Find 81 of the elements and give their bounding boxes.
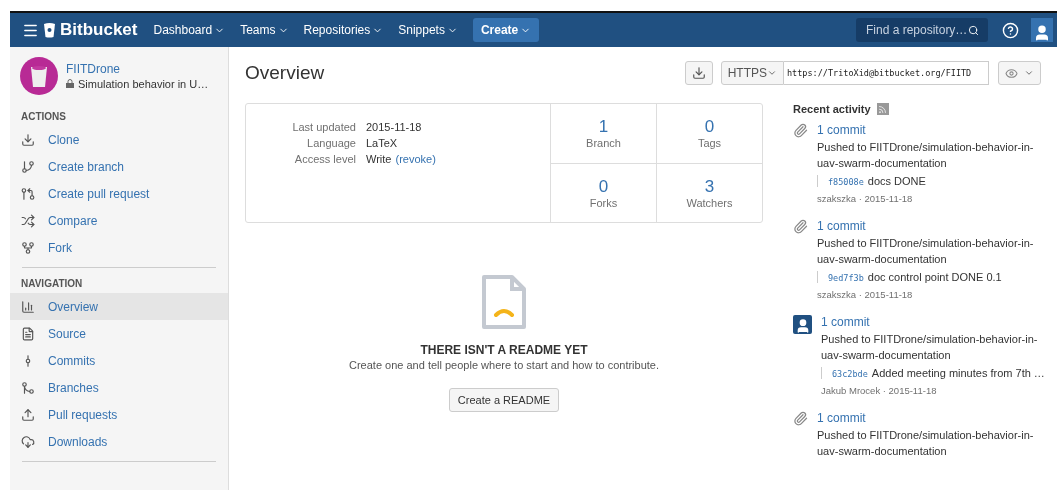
repo-name: Simulation behavior in U… xyxy=(66,78,209,90)
activity-meta: Jakub Mrocek · 2015-11-18 xyxy=(821,385,938,396)
sidebar-item[interactable]: Clone xyxy=(10,126,228,153)
info-label: Access level xyxy=(293,153,356,165)
sidebar-item[interactable]: Fork xyxy=(10,234,228,261)
rss-icon[interactable] xyxy=(876,103,889,115)
sidebar-item[interactable]: Commits xyxy=(10,347,228,374)
upload-icon xyxy=(21,407,35,422)
section-title: ACTIONS xyxy=(20,110,67,124)
readme-title: THERE ISN'T A README YET xyxy=(420,343,588,357)
avatar-icon xyxy=(793,315,812,334)
sidebar-item[interactable]: Pull requests xyxy=(10,401,228,428)
activity-text: Pushed to FIITDrone/simulation-behavior-in-uav-swarm-documentation xyxy=(821,332,1039,363)
search-icon xyxy=(968,24,979,36)
info-value: Write xyxy=(366,153,392,165)
caret-icon xyxy=(767,68,777,78)
lock-icon xyxy=(66,79,74,88)
help-icon[interactable] xyxy=(1002,21,1019,39)
document-icon xyxy=(21,326,35,341)
commit-hash[interactable]: 63c2bde xyxy=(832,369,868,379)
nav-menu[interactable]: Dashboard xyxy=(153,23,226,37)
sad-document-icon xyxy=(480,273,528,331)
activity-link[interactable]: 1 commit xyxy=(817,123,1041,137)
clone-url-field[interactable]: https://TritoXid@bitbucket.org/FIITD xyxy=(784,61,989,85)
info-label: Last updated xyxy=(291,121,356,133)
cloud-download-icon xyxy=(21,434,35,449)
create-button[interactable]: Create xyxy=(472,18,540,42)
activity-link[interactable]: 1 commit xyxy=(817,411,1041,425)
readme-text: Create one and tell people where to start and how to contribute. xyxy=(349,359,659,371)
fork-icon xyxy=(21,240,35,255)
repo-avatar-icon xyxy=(20,57,58,95)
shuffle-icon xyxy=(21,213,35,228)
stat-tile[interactable]: 3 Watchers xyxy=(656,162,762,222)
user-avatar-icon[interactable] xyxy=(1031,18,1053,42)
sidebar-item[interactable]: Branches xyxy=(10,374,228,401)
download-button[interactable] xyxy=(684,61,713,85)
activity-text: Pushed to FIITDrone/simulation-behavior-in-uav-swarm-documentation xyxy=(817,428,1035,459)
sidebar-item[interactable]: Create pull request xyxy=(10,180,228,207)
eye-icon xyxy=(1005,66,1018,80)
search-field[interactable]: Find a repository… xyxy=(856,18,988,42)
commit-hash[interactable]: 9ed7f3b xyxy=(828,273,864,283)
pull-request-icon xyxy=(21,186,35,201)
sidebar-item[interactable]: Create branch xyxy=(10,153,228,180)
activity-link[interactable]: 1 commit xyxy=(817,219,1041,233)
commit-hash[interactable]: f85008e xyxy=(828,177,864,187)
create-readme-button[interactable]: Create a README xyxy=(448,388,560,412)
download-icon xyxy=(691,66,706,80)
commit-message: Added meeting minutes from 7th … xyxy=(871,367,1045,379)
info-value: LaTeX xyxy=(366,137,399,149)
sidebar-item[interactable]: Source xyxy=(10,320,228,347)
caret-icon xyxy=(1024,68,1034,78)
activity-meta: szakszka · 2015-11-18 xyxy=(817,289,914,300)
download-icon xyxy=(21,132,35,147)
page-title: Overview xyxy=(245,62,325,84)
commit-message: doc control point DONE 0.1 xyxy=(867,271,1002,283)
activity-meta: szakszka · 2015-11-18 xyxy=(817,193,914,204)
commit-message: docs DONE xyxy=(867,175,926,187)
info-value: 2015-11-18 xyxy=(366,121,423,133)
paperclip-icon xyxy=(793,411,808,426)
protocol-dropdown[interactable]: HTTPS xyxy=(720,61,784,85)
nav-menu[interactable]: Teams xyxy=(240,23,289,37)
activity-title: Recent activity xyxy=(793,103,871,115)
sidebar-item[interactable]: Compare xyxy=(10,207,228,234)
branch-icon xyxy=(21,159,35,174)
merge-icon xyxy=(21,380,35,395)
info-label: Language xyxy=(306,137,356,149)
sidebar-item[interactable]: Downloads xyxy=(10,428,228,455)
paperclip-icon xyxy=(793,219,808,234)
paperclip-icon xyxy=(793,123,808,138)
stat-tile[interactable]: 0 Forks xyxy=(550,162,656,222)
stat-tile[interactable]: 0 Tags xyxy=(656,104,762,163)
sidebar-item[interactable]: Overview xyxy=(10,293,228,320)
brand-logo[interactable]: Bitbucket xyxy=(43,20,138,40)
activity-link[interactable]: 1 commit xyxy=(821,315,1041,329)
nav-menu[interactable]: Snippets xyxy=(398,23,458,37)
revoke-link[interactable]: (revoke) xyxy=(395,153,436,165)
stat-tile[interactable]: 1 Branch xyxy=(550,104,656,163)
bar-chart-icon xyxy=(21,299,35,314)
owner-link[interactable]: FIITDrone xyxy=(66,62,209,76)
nav-menu[interactable]: Repositories xyxy=(303,23,384,37)
section-title: NAVIGATION xyxy=(20,277,84,291)
